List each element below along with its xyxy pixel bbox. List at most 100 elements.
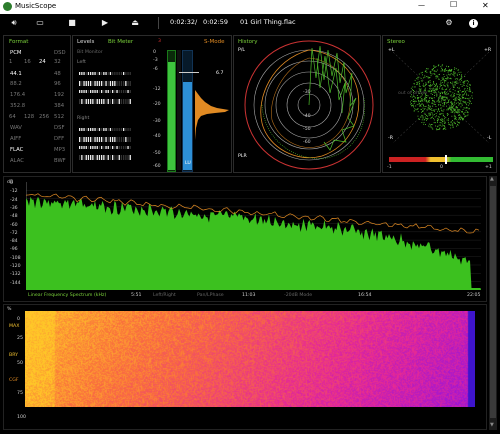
spectrum-y-label: -36 <box>10 205 18 211</box>
eject-icon[interactable]: ⏏ <box>129 17 141 29</box>
spectrum-y-label: -84 <box>10 239 18 245</box>
format-option[interactable]: 64 <box>9 114 16 120</box>
stop-icon[interactable]: ■ <box>66 17 78 29</box>
spectrogram-panel: % 0 25 50 75 100 MAX BRY CGF <box>3 304 487 430</box>
maximize-button[interactable]: ☐ <box>450 0 457 9</box>
correlation-meter <box>389 157 493 162</box>
format-option[interactable]: DSD <box>54 50 66 56</box>
play-icon[interactable]: ▶ <box>99 17 111 29</box>
format-option[interactable]: AIFF <box>10 136 21 142</box>
spectrum-y-label: -108 <box>10 255 21 261</box>
bit-monitor-left <box>77 68 133 110</box>
stereo-title: Stereo <box>387 39 405 45</box>
correlation-plus: +1 <box>485 165 492 170</box>
format-option[interactable]: 1 <box>9 59 12 65</box>
spectrum-y-label: -24 <box>10 197 18 203</box>
format-option[interactable]: BWF <box>54 158 66 164</box>
spectrum-x-1: 5:51 <box>131 293 142 298</box>
gear-icon[interactable]: ⚙ <box>443 17 455 29</box>
level-tick: -40 <box>153 134 161 139</box>
spectrum-y-label: -12 <box>10 189 18 195</box>
format-option[interactable]: 48 <box>54 71 61 77</box>
format-option[interactable]: 16 <box>24 59 31 65</box>
track-name: 01 Girl Thing.flac <box>240 18 296 26</box>
lu-label: LU <box>185 161 191 166</box>
spectrogram-y-label: % <box>7 307 12 312</box>
scrollbar-thumb[interactable] <box>490 186 496 418</box>
window-title: MusicScope <box>15 2 57 10</box>
scroll-up-button[interactable]: ▲ <box>490 176 494 182</box>
format-option[interactable]: DFF <box>54 136 64 142</box>
level-tick: -30 <box>153 119 161 124</box>
level-tick: -60 <box>153 164 161 169</box>
history-panel: History P/L PLR -30 -40 -50 -60 <box>233 35 381 173</box>
levels-panel: Levels Bit Meter Bit Monitor Left Right … <box>72 35 232 173</box>
app-icon <box>3 2 12 11</box>
spectrum-y-label: -96 <box>10 247 18 253</box>
stereo-panel: Stereo +L +R -R -L out of phase -1 0 +1 <box>382 35 497 173</box>
format-option[interactable]: 192 <box>54 92 64 98</box>
info-icon[interactable]: i <box>469 19 478 28</box>
format-option[interactable]: 32 <box>54 59 61 65</box>
correlation-indicator <box>445 155 447 164</box>
title-bar: MusicScope — ☐ ✕ <box>0 0 500 14</box>
spectrogram-max-label: MAX <box>9 324 20 329</box>
format-option[interactable]: WAV <box>10 125 22 131</box>
minimize-button[interactable]: — <box>418 1 425 9</box>
spectrum-caption: Linear Frequency Spectrum (kHz) <box>28 293 107 298</box>
scrollbar[interactable]: ▲ ▼ <box>489 176 497 430</box>
format-option[interactable]: 384 <box>54 103 64 109</box>
spectrum-x-3: 16:54 <box>358 293 372 298</box>
spectrum-x-2: 11:03 <box>242 293 256 298</box>
spectrum-y-label: -72 <box>10 230 18 236</box>
s-mode-label[interactable]: S-Mode <box>204 39 224 45</box>
peak-value: 6.7 <box>216 71 224 76</box>
history-radar <box>244 40 374 170</box>
format-option[interactable]: 256 <box>39 114 49 120</box>
history-ring-label: -50 <box>303 127 311 132</box>
format-option[interactable]: FLAC <box>10 147 23 153</box>
levels-mode[interactable]: Bit Meter <box>108 39 133 45</box>
format-title: Format <box>9 39 29 45</box>
level-marker-left: 3 <box>158 39 161 44</box>
format-option[interactable]: 352.8 <box>10 103 25 109</box>
time-separator: / <box>195 18 198 26</box>
spectrum-option-left-right[interactable]: Left/Right <box>153 293 176 298</box>
bit-monitor-label: Bit Monitor <box>77 50 103 55</box>
format-option[interactable]: 128 <box>24 114 34 120</box>
format-option[interactable]: MP3 <box>54 147 65 153</box>
close-button[interactable]: ✕ <box>482 1 489 10</box>
folder-icon[interactable]: ▭ <box>34 17 46 29</box>
format-option[interactable]: 44.1 <box>10 71 22 77</box>
stereo-phase-text: out of phase <box>398 91 428 96</box>
format-option[interactable]: 24 <box>39 59 46 65</box>
total-time: 0:02:59 <box>203 18 229 26</box>
spectrogram-image <box>25 311 475 407</box>
scroll-down-button[interactable]: ▼ <box>490 422 494 428</box>
format-option[interactable]: 96 <box>54 81 61 87</box>
spectrum-y-label: -132 <box>10 272 21 278</box>
format-option[interactable]: 88.2 <box>10 81 22 87</box>
toolbar: 🔊︎ ▭ ■ ▶ ⏏ 0:02:32 / 0:02:59 01 Girl Thi… <box>0 14 500 32</box>
level-tick: -20 <box>153 102 161 107</box>
format-option[interactable]: 176.4 <box>10 92 25 98</box>
spectrum-option-20db[interactable]: -20dB Mode <box>284 293 312 298</box>
spectrogram-y-label: 25 <box>17 336 23 341</box>
level-bar-left-fill <box>168 62 175 170</box>
level-bar-right-fill <box>183 82 192 170</box>
correlation-minus: -1 <box>387 165 392 170</box>
left-label: Left <box>77 60 86 65</box>
correlation-zero: 0 <box>440 165 443 170</box>
spectrum-panel: dB 0 -12 -24 -36 -48 -60 -72 -84 -96 -108 -120 -132-… <box>3 176 487 302</box>
volume-icon[interactable]: 🔊︎ <box>8 17 20 29</box>
level-tick: -6 <box>153 67 158 72</box>
level-bar-center <box>177 50 181 170</box>
format-option[interactable]: PCM <box>10 50 21 56</box>
format-option[interactable]: ALAC <box>10 158 24 164</box>
spectrum-option-pan[interactable]: Pan/LPhase <box>197 293 224 298</box>
spectrum-graph <box>26 182 481 290</box>
format-option[interactable]: 512 <box>54 114 64 120</box>
toolbar-divider <box>158 17 159 29</box>
format-option[interactable]: DSF <box>54 125 65 131</box>
level-tick: 0 <box>153 50 156 55</box>
